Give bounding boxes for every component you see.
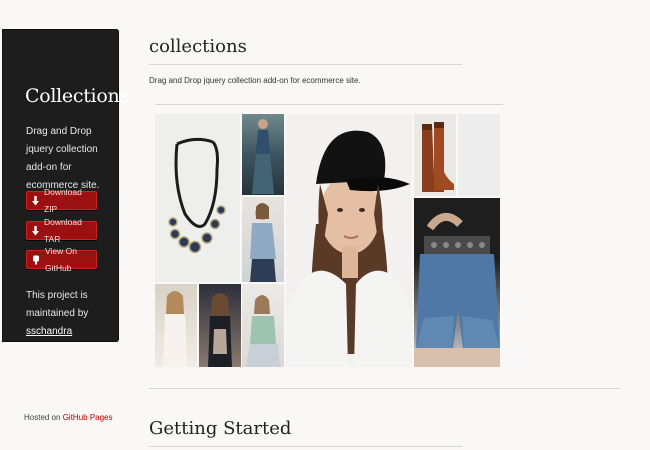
page-title: collections (149, 36, 247, 57)
download-zip-label: Download ZIP (44, 186, 82, 214)
download-icon (32, 195, 39, 206)
view-on-github-label: View On GitHub (45, 245, 77, 273)
section-heading-getting-started: Getting Started (149, 418, 292, 439)
github-pages-link[interactable]: GitHub Pages (63, 413, 113, 422)
model-black-cap-image[interactable] (286, 114, 412, 367)
divider (149, 64, 462, 65)
brown-boots-image[interactable] (414, 114, 456, 196)
maintainer-link[interactable]: sschandra (26, 326, 72, 337)
divider (149, 446, 462, 447)
maintainer-info: This project is maintained by sschandra (26, 287, 116, 341)
maxi-dress-image[interactable] (242, 114, 284, 195)
sidebar-title: Collections (25, 85, 129, 107)
denim-shirt-image[interactable] (242, 197, 284, 282)
download-tar-button[interactable]: Download TAR (26, 217, 97, 244)
hosted-on-text: Hosted on (24, 413, 61, 422)
blank-tile (458, 114, 500, 196)
download-zip-button[interactable]: Download ZIP (26, 187, 97, 214)
dark-outfit-image[interactable] (199, 284, 241, 367)
page-description: Drag and Drop jquery collection add-on f… (149, 76, 361, 85)
github-icon (32, 255, 40, 265)
maintained-by-text: This project is maintained by (26, 290, 89, 319)
white-top-image[interactable] (155, 284, 197, 367)
divider (155, 104, 503, 105)
necklace-image[interactable] (155, 114, 240, 282)
denim-shorts-image[interactable] (414, 198, 500, 367)
divider (149, 388, 621, 389)
download-icon (32, 225, 39, 236)
sidebar: Collections Drag and Drop jquery collect… (2, 29, 129, 342)
green-top-image[interactable] (242, 284, 284, 367)
hosted-on-footer: Hosted on GitHub Pages (24, 413, 113, 422)
view-on-github-button[interactable]: View On GitHub (26, 246, 97, 273)
